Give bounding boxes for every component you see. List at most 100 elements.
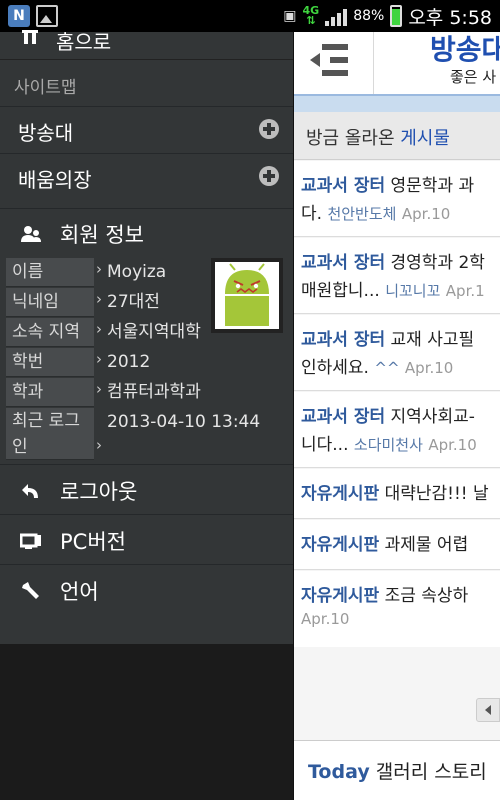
chevron-right-icon: ›: [96, 380, 102, 398]
list-item[interactable]: 자유게시판 조금 속상하 Apr.10: [294, 571, 500, 647]
pc-version-label: PC버전: [60, 530, 126, 554]
member-info-header: 회원 정보: [0, 208, 293, 256]
member-info-table: 이름 › Moyiza 닉네임 › 27대전 소속 지역 › 서울지역대학 학번…: [6, 258, 283, 488]
language-button[interactable]: 언어: [0, 564, 293, 614]
info-row-last-login: 최근 로그인 › 2013-04-10 13:44: [6, 408, 281, 460]
info-key: 최근 로그인: [6, 408, 94, 460]
info-value: Moyiza: [107, 262, 167, 282]
android-icon: [225, 263, 269, 326]
avatar: [211, 258, 283, 333]
info-value: 2012: [107, 352, 151, 372]
info-key: 학번: [6, 348, 94, 377]
sitemap-label: 사이트맵: [14, 78, 77, 98]
chevron-right-icon: ›: [96, 320, 102, 338]
home-icon: [22, 30, 38, 44]
chevron-right-icon: ›: [96, 290, 102, 308]
monitor-icon: [20, 533, 41, 549]
post-title-cont: 니다...: [301, 435, 349, 455]
post-date: Apr.1: [445, 282, 485, 300]
navigation-drawer: 홈으로 사이트맵 방송대 배움의장 회원 정보 이름 › Moyiza 닉네임 …: [0, 30, 293, 800]
notification-n-icon: N: [8, 5, 30, 27]
menu-back-arrow-icon: [310, 44, 348, 76]
info-row-student-id: 학번 › 2012: [6, 348, 209, 377]
pc-version-button[interactable]: PC버전: [0, 514, 293, 564]
post-title: 지역사회교-: [390, 407, 475, 427]
menu-item-bangsongdae[interactable]: 방송대: [0, 106, 293, 152]
section-title: 방금 올라온 게시물: [306, 128, 450, 149]
chevron-right-icon: ›: [96, 436, 102, 454]
list-item[interactable]: 자유게시판 대략난감!!! 날: [294, 469, 500, 519]
chevron-right-icon: ›: [96, 260, 102, 278]
menu-item-baeumuijang[interactable]: 배움의장: [0, 153, 293, 199]
post-title: 교재 사고필: [390, 330, 475, 350]
post-author: ^^: [374, 359, 400, 377]
post-category: 자유게시판: [301, 535, 380, 555]
info-value: 컴퓨터과학과: [107, 382, 201, 402]
info-value: 서울지역대학: [107, 322, 201, 342]
menu-item-label: 배움의장: [18, 168, 92, 192]
info-row-department: 학과 › 컴퓨터과학과: [6, 378, 209, 407]
screen: N ▣ 4G ⇅ 88% 오후 5:58 홈으로 사이트맵 방송대 배움의장 회…: [0, 0, 500, 800]
footer-tabs[interactable]: Today 갤러리 스토리: [308, 757, 487, 784]
post-title: 대략난감!!! 날: [384, 484, 489, 504]
home-item[interactable]: 홈으로: [0, 30, 293, 60]
menu-toggle-button[interactable]: [294, 32, 374, 94]
scroll-left-button[interactable]: [476, 698, 500, 722]
info-key: 닉네임: [6, 288, 94, 317]
logout-label: 로그아웃: [60, 480, 138, 504]
clock: 오후 5:58: [408, 6, 492, 29]
wrench-icon: [22, 582, 39, 599]
chevron-right-icon: ›: [96, 350, 102, 368]
signal-icon: [325, 6, 348, 26]
home-label: 홈으로: [56, 30, 112, 54]
info-key: 소속 지역: [6, 318, 94, 347]
info-key: 이름: [6, 258, 94, 287]
app-title: 방송대: [430, 33, 500, 66]
recent-posts-header: 방금 올라온 게시물: [294, 112, 500, 160]
logout-button[interactable]: 로그아웃: [0, 464, 293, 514]
post-title-cont: 매원합니...: [301, 281, 380, 301]
post-category: 교과서 장터: [301, 253, 386, 273]
app-header: 방송대 좋은 사: [294, 32, 500, 94]
battery-icon: [390, 5, 403, 27]
post-author: 소다미천사: [353, 436, 423, 454]
screenshot-icon: ▣: [283, 8, 297, 24]
post-author: 천안반도체: [327, 205, 397, 223]
bottom-tab-bar[interactable]: Today 갤러리 스토리: [294, 740, 500, 800]
info-row-region: 소속 지역 › 서울지역대학: [6, 318, 209, 347]
post-category: 교과서 장터: [301, 330, 386, 350]
list-item[interactable]: 교과서 장터 교재 사고필 인하세요. ^^ Apr.10: [294, 315, 500, 391]
post-author: 니꼬니꼬: [385, 282, 441, 300]
info-key: 학과: [6, 378, 94, 407]
post-title: 과제물 어렵: [384, 535, 469, 555]
post-date: Apr.10: [404, 359, 454, 377]
undo-arrow-icon: [22, 484, 38, 498]
header-divider: [294, 94, 500, 112]
people-icon: [21, 226, 41, 242]
info-row-nickname: 닉네임 › 27대전: [6, 288, 209, 317]
expand-plus-icon[interactable]: [259, 166, 279, 186]
expand-plus-icon[interactable]: [259, 119, 279, 139]
post-category: 자유게시판: [301, 586, 380, 606]
post-date: Apr.10: [301, 610, 350, 628]
info-value: 2013-04-10 13:44: [107, 412, 261, 432]
list-item[interactable]: 교과서 장터 영문학과 과 다. 천안반도체 Apr.10: [294, 161, 500, 237]
sitemap-header: 사이트맵: [0, 65, 293, 105]
language-label: 언어: [60, 580, 99, 604]
post-title-cont: 인하세요.: [301, 358, 369, 378]
drawer-empty-area: [0, 644, 293, 800]
network-4g-icon: 4G ⇅: [302, 4, 320, 27]
post-category: 자유게시판: [301, 484, 380, 504]
post-date: Apr.10: [428, 436, 477, 454]
list-item[interactable]: 교과서 장터 경영학과 2학 매원합니... 니꼬니꼬 Apr.1: [294, 238, 500, 314]
post-category: 교과서 장터: [301, 407, 386, 427]
app-subtitle: 좋은 사: [450, 68, 497, 86]
info-row-name: 이름 › Moyiza: [6, 258, 209, 287]
list-item[interactable]: 교과서 장터 지역사회교- 니다... 소다미천사 Apr.10: [294, 392, 500, 468]
post-title: 경영학과 2학: [390, 253, 485, 273]
info-value: 27대전: [107, 292, 160, 312]
list-item[interactable]: 자유게시판 과제물 어렵: [294, 520, 500, 570]
post-date: Apr.10: [401, 205, 451, 223]
content-panel[interactable]: 방송대 좋은 사 방금 올라온 게시물 교과서 장터 영문학과 과 다. 천안반…: [293, 32, 500, 800]
post-title-cont: 다.: [301, 204, 323, 224]
